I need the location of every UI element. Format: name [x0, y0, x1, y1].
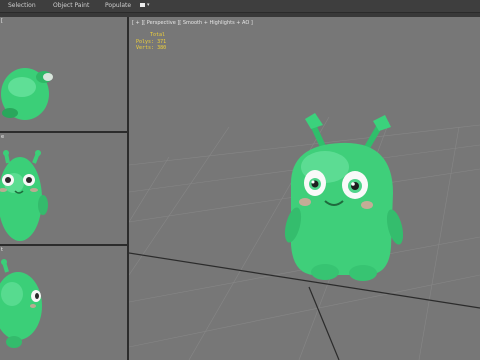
viewport-front-label[interactable]: e: [1, 134, 4, 140]
viewport-perspective-label[interactable]: [ + ][ Perspective ][ Smooth + Highlight…: [132, 20, 253, 26]
stats-verts-label: Verts:: [136, 45, 155, 51]
viewport-perspective[interactable]: [ + ][ Perspective ][ Smooth + Highlight…: [129, 17, 480, 360]
character-front-view: [0, 150, 48, 241]
populate-dropdown[interactable]: ▾: [140, 2, 152, 10]
viewport-top[interactable]: [: [0, 17, 127, 131]
menu-populate[interactable]: Populate: [105, 0, 131, 12]
top-view-canvas: [1, 68, 53, 120]
character-top-view: [1, 68, 53, 120]
stats-verts-value: 380: [157, 45, 167, 51]
viewport-left[interactable]: t: [0, 246, 127, 360]
character-side-view: [0, 259, 42, 348]
viewport-left-label[interactable]: t: [1, 247, 3, 253]
front-view-canvas: [0, 150, 48, 241]
viewport-top-label[interactable]: [: [1, 18, 3, 24]
3d-editor-window: Selection Object Paint Populate ▾ [e t …: [0, 0, 480, 360]
menu-bar: Selection Object Paint Populate ▾: [0, 0, 480, 13]
chevron-down-icon: ▾: [147, 2, 150, 8]
alien-character: [284, 113, 404, 281]
left-view-canvas: [0, 259, 42, 348]
menu-selection[interactable]: Selection: [8, 0, 36, 12]
rectangle-icon: [140, 3, 145, 7]
stats-row-verts: Verts: 380: [136, 45, 166, 52]
viewport-statistics: Total Polys: 371 Verts: 380: [136, 32, 166, 52]
menu-object-paint[interactable]: Object Paint: [53, 0, 89, 12]
perspective-canvas: [129, 113, 480, 360]
viewport-front[interactable]: e: [0, 133, 127, 244]
